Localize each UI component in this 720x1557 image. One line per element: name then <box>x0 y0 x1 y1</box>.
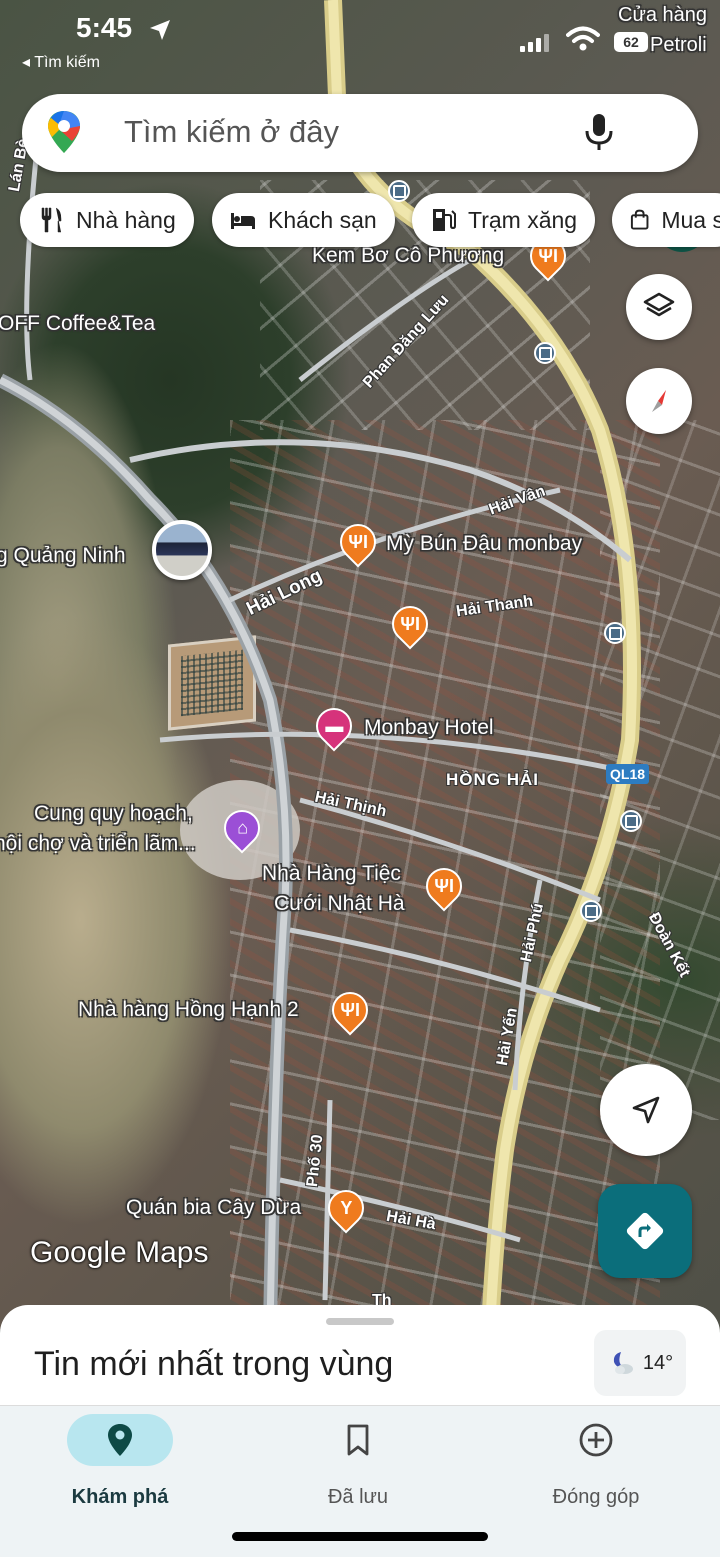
bus-stop-icon[interactable] <box>620 810 642 832</box>
nav-icon-pill <box>67 1414 173 1466</box>
nav-label: Đóng góp <box>552 1486 640 1508</box>
poi-label[interactable]: hội chợ và triển lãm... <box>0 832 196 856</box>
poi-label[interactable]: Cưới Nhật Hà <box>274 892 405 916</box>
poi-label[interactable]: Cung quy hoạch, <box>34 802 193 826</box>
landmark-photo-pin[interactable] <box>152 520 212 580</box>
google-maps-logo-icon <box>48 111 80 153</box>
chip-gas-stations[interactable]: Trạm xăng <box>412 193 596 247</box>
chip-label: Mua s <box>661 206 720 233</box>
poi-label[interactable]: Nhà hàng Hồng Hạnh 2 <box>78 998 299 1022</box>
battery-indicator: 62 <box>614 32 648 52</box>
nav-explore[interactable]: Khám phá <box>20 1414 220 1509</box>
chip-label: Trạm xăng <box>468 206 578 233</box>
chip-shopping[interactable]: Mua s <box>612 193 720 247</box>
layers-icon <box>643 292 675 317</box>
chip-label: Khách sạn <box>268 206 377 233</box>
home-indicator[interactable] <box>232 1532 488 1541</box>
search-bar[interactable]: Tìm kiếm ở đây H <box>22 94 708 252</box>
chip-hotels[interactable]: Khách sạn <box>212 193 395 247</box>
my-location-button[interactable] <box>600 1064 692 1156</box>
poi-label[interactable]: Cửa hàng <box>618 4 707 27</box>
poi-label[interactable]: OFF Coffee&Tea <box>0 312 155 336</box>
poi-label[interactable]: Quán bia Cây Dừa <box>126 1196 301 1220</box>
district-label: HỒNG HẢI <box>446 770 539 789</box>
status-time: 5:45 <box>76 12 133 43</box>
location-arrow-icon <box>150 20 170 40</box>
bed-icon <box>231 213 255 229</box>
poi-label[interactable]: Mỳ Bún Đậu monbay <box>386 532 582 556</box>
poi-label[interactable]: Monbay Hotel <box>364 716 494 740</box>
directions-button[interactable] <box>598 1184 692 1278</box>
wifi-icon <box>566 26 600 51</box>
shopping-bag-icon <box>630 209 649 230</box>
nav-saved[interactable]: Đã lưu <box>258 1414 458 1509</box>
brand-google: Google <box>30 1236 127 1269</box>
chip-label: Nhà hàng <box>76 206 176 233</box>
nav-label: Đã lưu <box>327 1486 389 1508</box>
microphone-icon[interactable] <box>582 112 616 152</box>
nav-icon-pill <box>543 1414 649 1466</box>
brand-maps: Maps <box>135 1236 209 1269</box>
bus-stop-icon[interactable] <box>534 342 556 364</box>
bus-stop-icon[interactable] <box>580 900 602 922</box>
back-to-search-link[interactable]: ◂ Tìm kiếm <box>22 52 100 72</box>
add-circle-icon <box>579 1423 613 1457</box>
google-maps-watermark: Google Maps <box>30 1236 208 1270</box>
nav-contribute[interactable]: Đóng góp <box>496 1414 696 1509</box>
bookmark-icon <box>347 1424 369 1456</box>
search-input[interactable]: Tìm kiếm ở đây <box>124 114 339 150</box>
weather-widget[interactable]: 14° <box>594 1330 686 1396</box>
night-cloud-icon <box>613 1352 633 1374</box>
poi-label[interactable]: Kem Bơ Cô Phương <box>312 244 504 268</box>
bottom-sheet[interactable]: Tin mới nhất trong vùng 14° <box>0 1305 720 1415</box>
chip-restaurants[interactable]: Nhà hàng <box>20 193 194 247</box>
cell-signal-icon <box>520 34 549 52</box>
directions-icon <box>626 1212 664 1250</box>
bus-stop-icon[interactable] <box>604 622 626 644</box>
poi-label[interactable]: Nhà Hàng Tiệc <box>262 862 401 886</box>
compass-icon <box>652 390 666 412</box>
nav-label: Khám phá <box>71 1486 169 1508</box>
sheet-title: Tin mới nhất trong vùng <box>34 1345 394 1383</box>
map-layers-button[interactable] <box>626 274 692 340</box>
gas-pump-icon <box>433 209 456 231</box>
nav-icon-pill <box>305 1414 411 1466</box>
poi-label[interactable]: g Quảng Ninh <box>0 544 126 568</box>
bus-stop-icon[interactable] <box>388 180 410 202</box>
sheet-drag-handle[interactable] <box>326 1318 394 1325</box>
compass-button[interactable] <box>626 368 692 434</box>
fork-knife-icon <box>41 207 62 233</box>
location-pin-icon <box>108 1424 132 1456</box>
temperature: 14° <box>642 1351 674 1374</box>
navigation-arrow-icon <box>632 1096 660 1124</box>
highway-badge: QL18 <box>606 764 650 784</box>
poi-label[interactable]: Petroli <box>650 34 707 57</box>
